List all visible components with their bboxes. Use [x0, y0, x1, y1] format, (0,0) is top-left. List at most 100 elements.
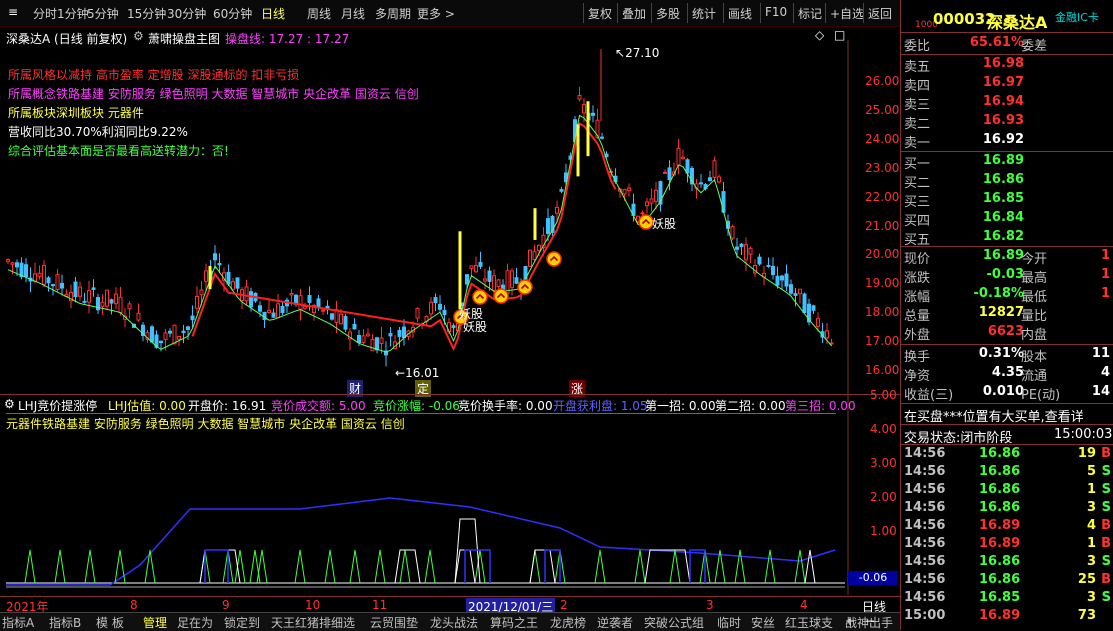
- period-tab-9[interactable]: 多周期: [375, 5, 411, 22]
- toolbar-button-7[interactable]: +自选: [830, 5, 864, 22]
- bid-row-price[interactable]: 16.84: [944, 210, 1024, 225]
- ask-row-price[interactable]: 16.92: [944, 132, 1024, 147]
- tick-price: 16.89: [979, 518, 1021, 533]
- sub-spike: [374, 549, 386, 584]
- candle-body: [775, 275, 780, 286]
- bid-row-price[interactable]: 16.85: [944, 191, 1024, 206]
- bottom-tab-1[interactable]: 指标B: [49, 614, 81, 631]
- divider: [901, 32, 1113, 33]
- candle-body: [429, 301, 433, 315]
- period-toolbar: 分时 1分钟 5分钟 15分钟 30分钟 60分钟 日线 周线 月线 多周期 更多 > ≡ 复权 叠加多…: [0, 0, 900, 27]
- period-tab-5[interactable]: 60分钟: [213, 5, 252, 22]
- bottom-tab-5[interactable]: 锁定到: [224, 614, 260, 631]
- bottom-tab-10[interactable]: 龙虎榜: [550, 614, 586, 631]
- price-axis-label: 23.00: [865, 160, 900, 175]
- tick-time: 14:56: [904, 572, 946, 587]
- bottom-tab-9[interactable]: 算码之王: [490, 614, 538, 631]
- stat2-row-price[interactable]: 0.31%: [944, 346, 1024, 361]
- bottom-tab-0[interactable]: 指标A: [2, 614, 34, 631]
- tick-side: B: [1101, 446, 1111, 461]
- menu-icon[interactable]: ≡: [8, 5, 18, 19]
- stat2-row: 收益(三) 0.010 PE(动) 14: [901, 384, 1113, 403]
- stat-row-price[interactable]: 16.89: [944, 248, 1024, 263]
- yao-label-3: 妖股: [652, 217, 677, 231]
- toolbar-button-1[interactable]: 叠加: [622, 5, 646, 22]
- period-tab-1[interactable]: 1分钟: [57, 5, 89, 22]
- stat-row: 外盘 6623 内盘: [901, 324, 1113, 343]
- bottom-tab-14[interactable]: 安丝: [751, 614, 775, 631]
- signal-circle-icon[interactable]: [517, 279, 533, 295]
- candle-body: [10, 262, 15, 265]
- stat-row-price[interactable]: -0.03: [944, 267, 1024, 282]
- signal-circle-icon[interactable]: [472, 289, 488, 305]
- period-tab-10[interactable]: 更多 >: [417, 5, 455, 22]
- period-tab-2[interactable]: 5分钟: [87, 5, 119, 22]
- stat-row-price[interactable]: 6623: [944, 324, 1024, 339]
- period-tab-4[interactable]: 30分钟: [167, 5, 206, 22]
- bid-row-label: 买二: [904, 176, 931, 191]
- stat-row-price[interactable]: 12827: [944, 305, 1024, 320]
- signal-circle-icon[interactable]: [493, 288, 509, 304]
- stat2-row-price[interactable]: 4.35: [944, 365, 1024, 380]
- bottom-tab-11[interactable]: 逆袭者: [597, 614, 633, 631]
- bottom-tab-2[interactable]: 模 板: [96, 614, 124, 631]
- ask-row-price[interactable]: 16.98: [944, 56, 1024, 71]
- bottom-tab-12[interactable]: 突破公式组: [644, 614, 704, 631]
- sub-spike: [734, 549, 746, 584]
- period-tab-0[interactable]: 分时: [33, 5, 57, 22]
- ask-row-price[interactable]: 16.94: [944, 94, 1024, 109]
- bottom-tab-4[interactable]: 足在为: [177, 614, 213, 631]
- candle-body: [402, 326, 406, 339]
- bottom-tab-8[interactable]: 龙头战法: [430, 614, 478, 631]
- period-tab-7[interactable]: 周线: [307, 5, 331, 22]
- toolbar-button-5[interactable]: F10: [765, 5, 787, 19]
- ask-row-price[interactable]: 16.93: [944, 113, 1024, 128]
- signal-circle-icon[interactable]: [638, 214, 654, 230]
- ic-card-label[interactable]: 金融IC卡: [1055, 9, 1099, 25]
- candle-body: [357, 335, 361, 344]
- toolbar-button-0[interactable]: 复权: [588, 5, 612, 22]
- toolbar-separator: [760, 3, 761, 23]
- period-tab-8[interactable]: 月线: [341, 5, 365, 22]
- stat2-row-price[interactable]: 0.010: [944, 384, 1024, 399]
- toolbar-button-6[interactable]: 标记: [798, 5, 822, 22]
- candle-body: [267, 309, 271, 314]
- toolbar-button-8[interactable]: 返回: [868, 5, 892, 22]
- toolbar-button-3[interactable]: 统计: [692, 5, 716, 22]
- tick-side: S: [1101, 554, 1111, 569]
- bottom-tab-3[interactable]: 管理: [143, 614, 167, 631]
- stat-row-price[interactable]: -0.18%: [944, 286, 1025, 301]
- big-order-marquee[interactable]: 在买盘***位置有大买单,查看详: [904, 406, 1112, 425]
- sub-indicator-chart[interactable]: [0, 395, 900, 595]
- kline-chart[interactable]: [0, 40, 900, 396]
- candle-body: [802, 293, 807, 313]
- candle-body: [591, 112, 595, 116]
- add-tab-icon[interactable]: +: [845, 614, 855, 628]
- bid-row-price[interactable]: 16.82: [944, 229, 1024, 244]
- remove-tab-icon[interactable]: −: [865, 614, 875, 628]
- candle-body: [784, 273, 789, 287]
- bottom-tab-15[interactable]: 红玉球支: [785, 614, 833, 631]
- candle-body: [397, 329, 402, 337]
- ask-row-price[interactable]: 16.97: [944, 75, 1024, 90]
- candle-body: [321, 309, 325, 312]
- tick-time: 14:56: [904, 482, 946, 497]
- bottom-tab-13[interactable]: 临时: [717, 614, 741, 631]
- tick-price: 16.86: [979, 572, 1021, 587]
- ask-row-label: 卖二: [904, 117, 931, 132]
- toolbar-button-4[interactable]: 画线: [728, 5, 752, 22]
- period-tab-6[interactable]: 日线: [261, 5, 285, 22]
- signal-circle-icon[interactable]: [546, 251, 562, 267]
- time-axis-label: 2: [560, 598, 568, 612]
- bid-row-price[interactable]: 16.89: [944, 153, 1024, 168]
- candle-body: [244, 286, 249, 302]
- signal-bar: [533, 208, 537, 240]
- period-tab-3[interactable]: 15分钟: [127, 5, 166, 22]
- bottom-tab-6[interactable]: 天王红猪排细选: [271, 614, 355, 631]
- candle-body: [307, 294, 312, 303]
- candle-body: [82, 300, 87, 303]
- bid-row-price[interactable]: 16.86: [944, 172, 1024, 187]
- toolbar-button-2[interactable]: 多股: [656, 5, 680, 22]
- candle-body: [163, 332, 168, 341]
- bottom-tab-7[interactable]: 云贸围垫: [370, 614, 418, 631]
